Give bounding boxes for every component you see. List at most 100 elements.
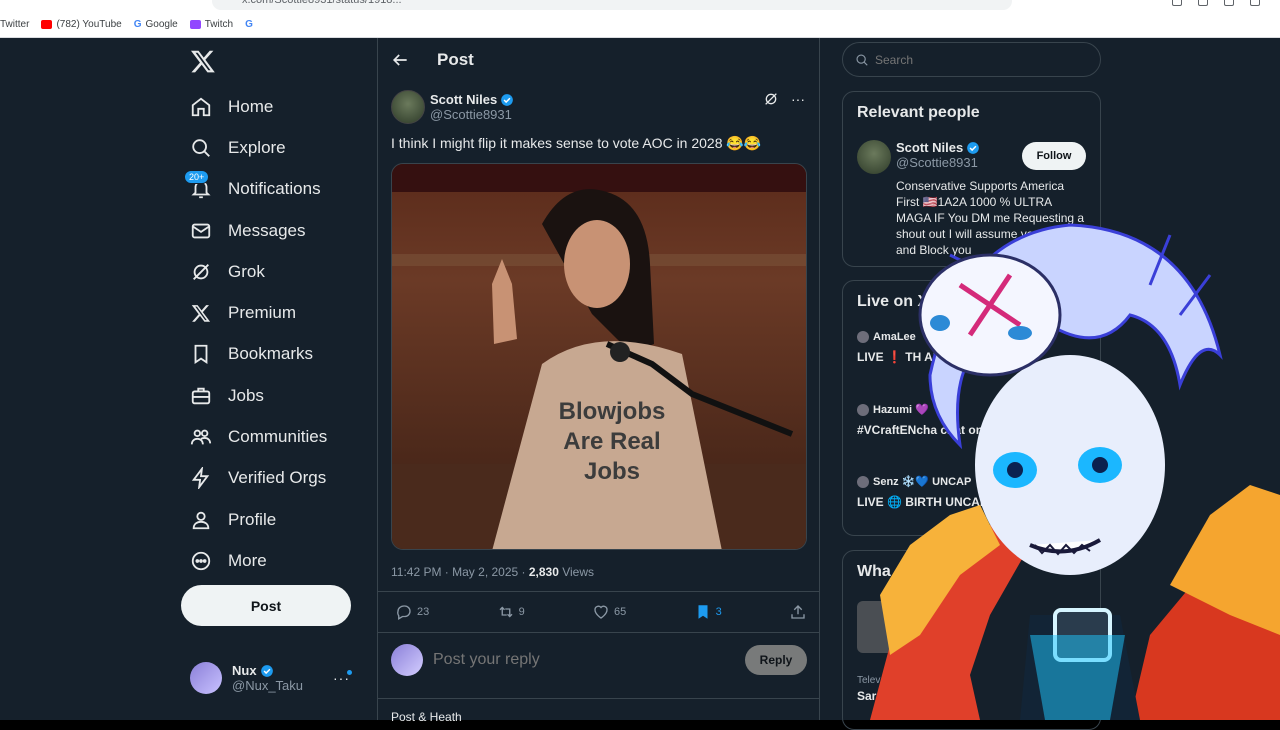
relevant-user[interactable]: Scott Niles @Scottie8931 (857, 140, 980, 174)
bookmark-label: Twitch (204, 18, 234, 30)
grok-icon[interactable] (763, 91, 779, 107)
author-handle[interactable]: @Scottie8931 (430, 107, 514, 122)
account-name: Nux (232, 663, 257, 678)
downloads-icon[interactable] (1198, 0, 1208, 6)
repost-action[interactable]: 9 (497, 603, 525, 621)
search-icon (856, 53, 868, 66)
avatar (857, 403, 869, 416)
nav-notifications[interactable]: 20+ Notifications (184, 169, 327, 210)
heart-icon (594, 605, 608, 619)
timestamp[interactable]: 11:42 PM · May 2, 2025 · (391, 565, 529, 579)
like-action[interactable]: 65 (592, 603, 626, 621)
grok-icon (190, 261, 212, 283)
share-action[interactable] (789, 603, 807, 621)
nav-communities[interactable]: Communities (190, 416, 327, 457)
account-name-row: Nux (232, 663, 303, 678)
author-name[interactable]: Scott Niles (430, 92, 497, 107)
avatar[interactable] (391, 90, 425, 124)
nav-messages[interactable]: Messages (190, 210, 327, 251)
bell-icon: 20+ (184, 170, 212, 200)
home-icon (190, 96, 212, 118)
nav-grok[interactable]: Grok (190, 251, 327, 292)
user-name[interactable]: Scott Niles (896, 140, 963, 155)
caption-line-1: Blowjobs (559, 398, 666, 425)
verified-badge-icon (967, 141, 980, 154)
nav-label: Grok (228, 261, 265, 281)
bookmark-google[interactable]: G Google (134, 19, 178, 30)
more-circle-icon (190, 550, 212, 572)
browser-toolbar: x.com/Scottie8931/status/1918... Twitter… (0, 0, 1280, 38)
tweet-image[interactable]: Blowjobs Are Real Jobs (391, 163, 807, 550)
tweet-text: I think I might flip it makes sense to v… (391, 135, 762, 151)
bookmarks-bar: Twitter (782) YouTube G Google Twitch G (0, 16, 253, 32)
twitch-icon (189, 19, 201, 29)
verified-badge-icon (501, 93, 514, 106)
page-title: Post (437, 50, 474, 69)
tweet-photo: Blowjobs Are Real Jobs (392, 164, 806, 549)
bookmark-count: 3 (715, 606, 722, 618)
x-logo-icon[interactable] (190, 48, 216, 74)
nav-jobs[interactable]: Jobs (190, 375, 327, 416)
nav-profile[interactable]: Profile (190, 499, 327, 540)
post-header: Post (378, 38, 819, 82)
search-input[interactable] (875, 52, 1030, 67)
bookmark-filled-icon (698, 605, 708, 619)
avatar (190, 662, 222, 694)
divider (378, 591, 819, 592)
bookmark-g[interactable]: G (245, 19, 253, 30)
reply-input[interactable] (433, 651, 745, 669)
search-box[interactable] (842, 42, 1101, 77)
account-switcher[interactable]: Nux @Nux_Taku ··· (190, 662, 362, 694)
card-title: Relevant people (857, 104, 980, 121)
tweet-meta: 11:42 PM · May 2, 2025 · 2,830 Views (391, 565, 594, 579)
window-icon[interactable] (1250, 0, 1260, 6)
post-button[interactable]: Post (181, 585, 351, 626)
nav-label: Profile (228, 509, 277, 529)
primary-nav: Home Explore 20+ Notifications Messages … (184, 86, 327, 582)
person-icon (190, 509, 212, 531)
browser-action-icons (1172, 0, 1260, 6)
nav-label: Premium (228, 303, 297, 323)
mail-icon (190, 220, 212, 242)
bookmark-action[interactable]: 3 (694, 603, 722, 621)
more-dots-icon[interactable]: ··· (791, 91, 805, 107)
nav-label: Home (228, 96, 274, 116)
user-handle: @Scottie8931 (896, 155, 978, 170)
bookmark-youtube[interactable]: (782) YouTube (41, 18, 122, 30)
tweet-actions: 23 9 65 3 (395, 603, 807, 621)
nav-explore[interactable]: Explore (190, 127, 327, 168)
address-bar[interactable]: x.com/Scottie8931/status/1918... (212, 0, 1012, 10)
nav-verified-orgs[interactable]: Verified Orgs (190, 458, 327, 499)
tweet-top-actions: ··· (763, 91, 805, 107)
caption-line-2: Are Real (563, 428, 660, 455)
x-icon (190, 302, 212, 324)
nav-label: Messages (228, 220, 306, 240)
bolt-icon (190, 467, 212, 490)
bookmark-twitch[interactable]: Twitch (189, 18, 234, 30)
extension-icon[interactable] (1172, 0, 1182, 6)
search-icon (190, 137, 212, 159)
repost-icon (499, 606, 513, 618)
reply-button[interactable]: Reply (745, 645, 807, 675)
profile-icon[interactable] (1224, 0, 1234, 6)
reply-icon (397, 605, 411, 620)
reply-action[interactable]: 23 (395, 603, 429, 621)
next-reply-author[interactable]: Post & Heath (391, 710, 462, 724)
repost-count: 9 (518, 606, 525, 618)
main-column: Post Scott Niles @Scottie8931 ··· I thin… (377, 38, 820, 724)
nav-home[interactable]: Home (190, 86, 327, 127)
avatar[interactable] (857, 140, 891, 174)
back-arrow-icon[interactable] (390, 50, 410, 70)
tweet-author[interactable]: Scott Niles @Scottie8931 (391, 90, 514, 124)
follow-button[interactable]: Follow (1022, 142, 1086, 170)
people-icon (190, 426, 212, 448)
bookmark-label: (782) YouTube (56, 18, 122, 30)
nav-premium[interactable]: Premium (190, 292, 327, 333)
nav-bookmarks[interactable]: Bookmarks (190, 334, 327, 375)
nav-more[interactable]: More (190, 540, 327, 581)
divider (378, 698, 819, 699)
nav-label: Jobs (228, 385, 264, 405)
like-count: 65 (614, 606, 627, 618)
bookmark-twitter[interactable]: Twitter (0, 19, 29, 30)
vtuber-avatar-overlay (870, 223, 1280, 720)
